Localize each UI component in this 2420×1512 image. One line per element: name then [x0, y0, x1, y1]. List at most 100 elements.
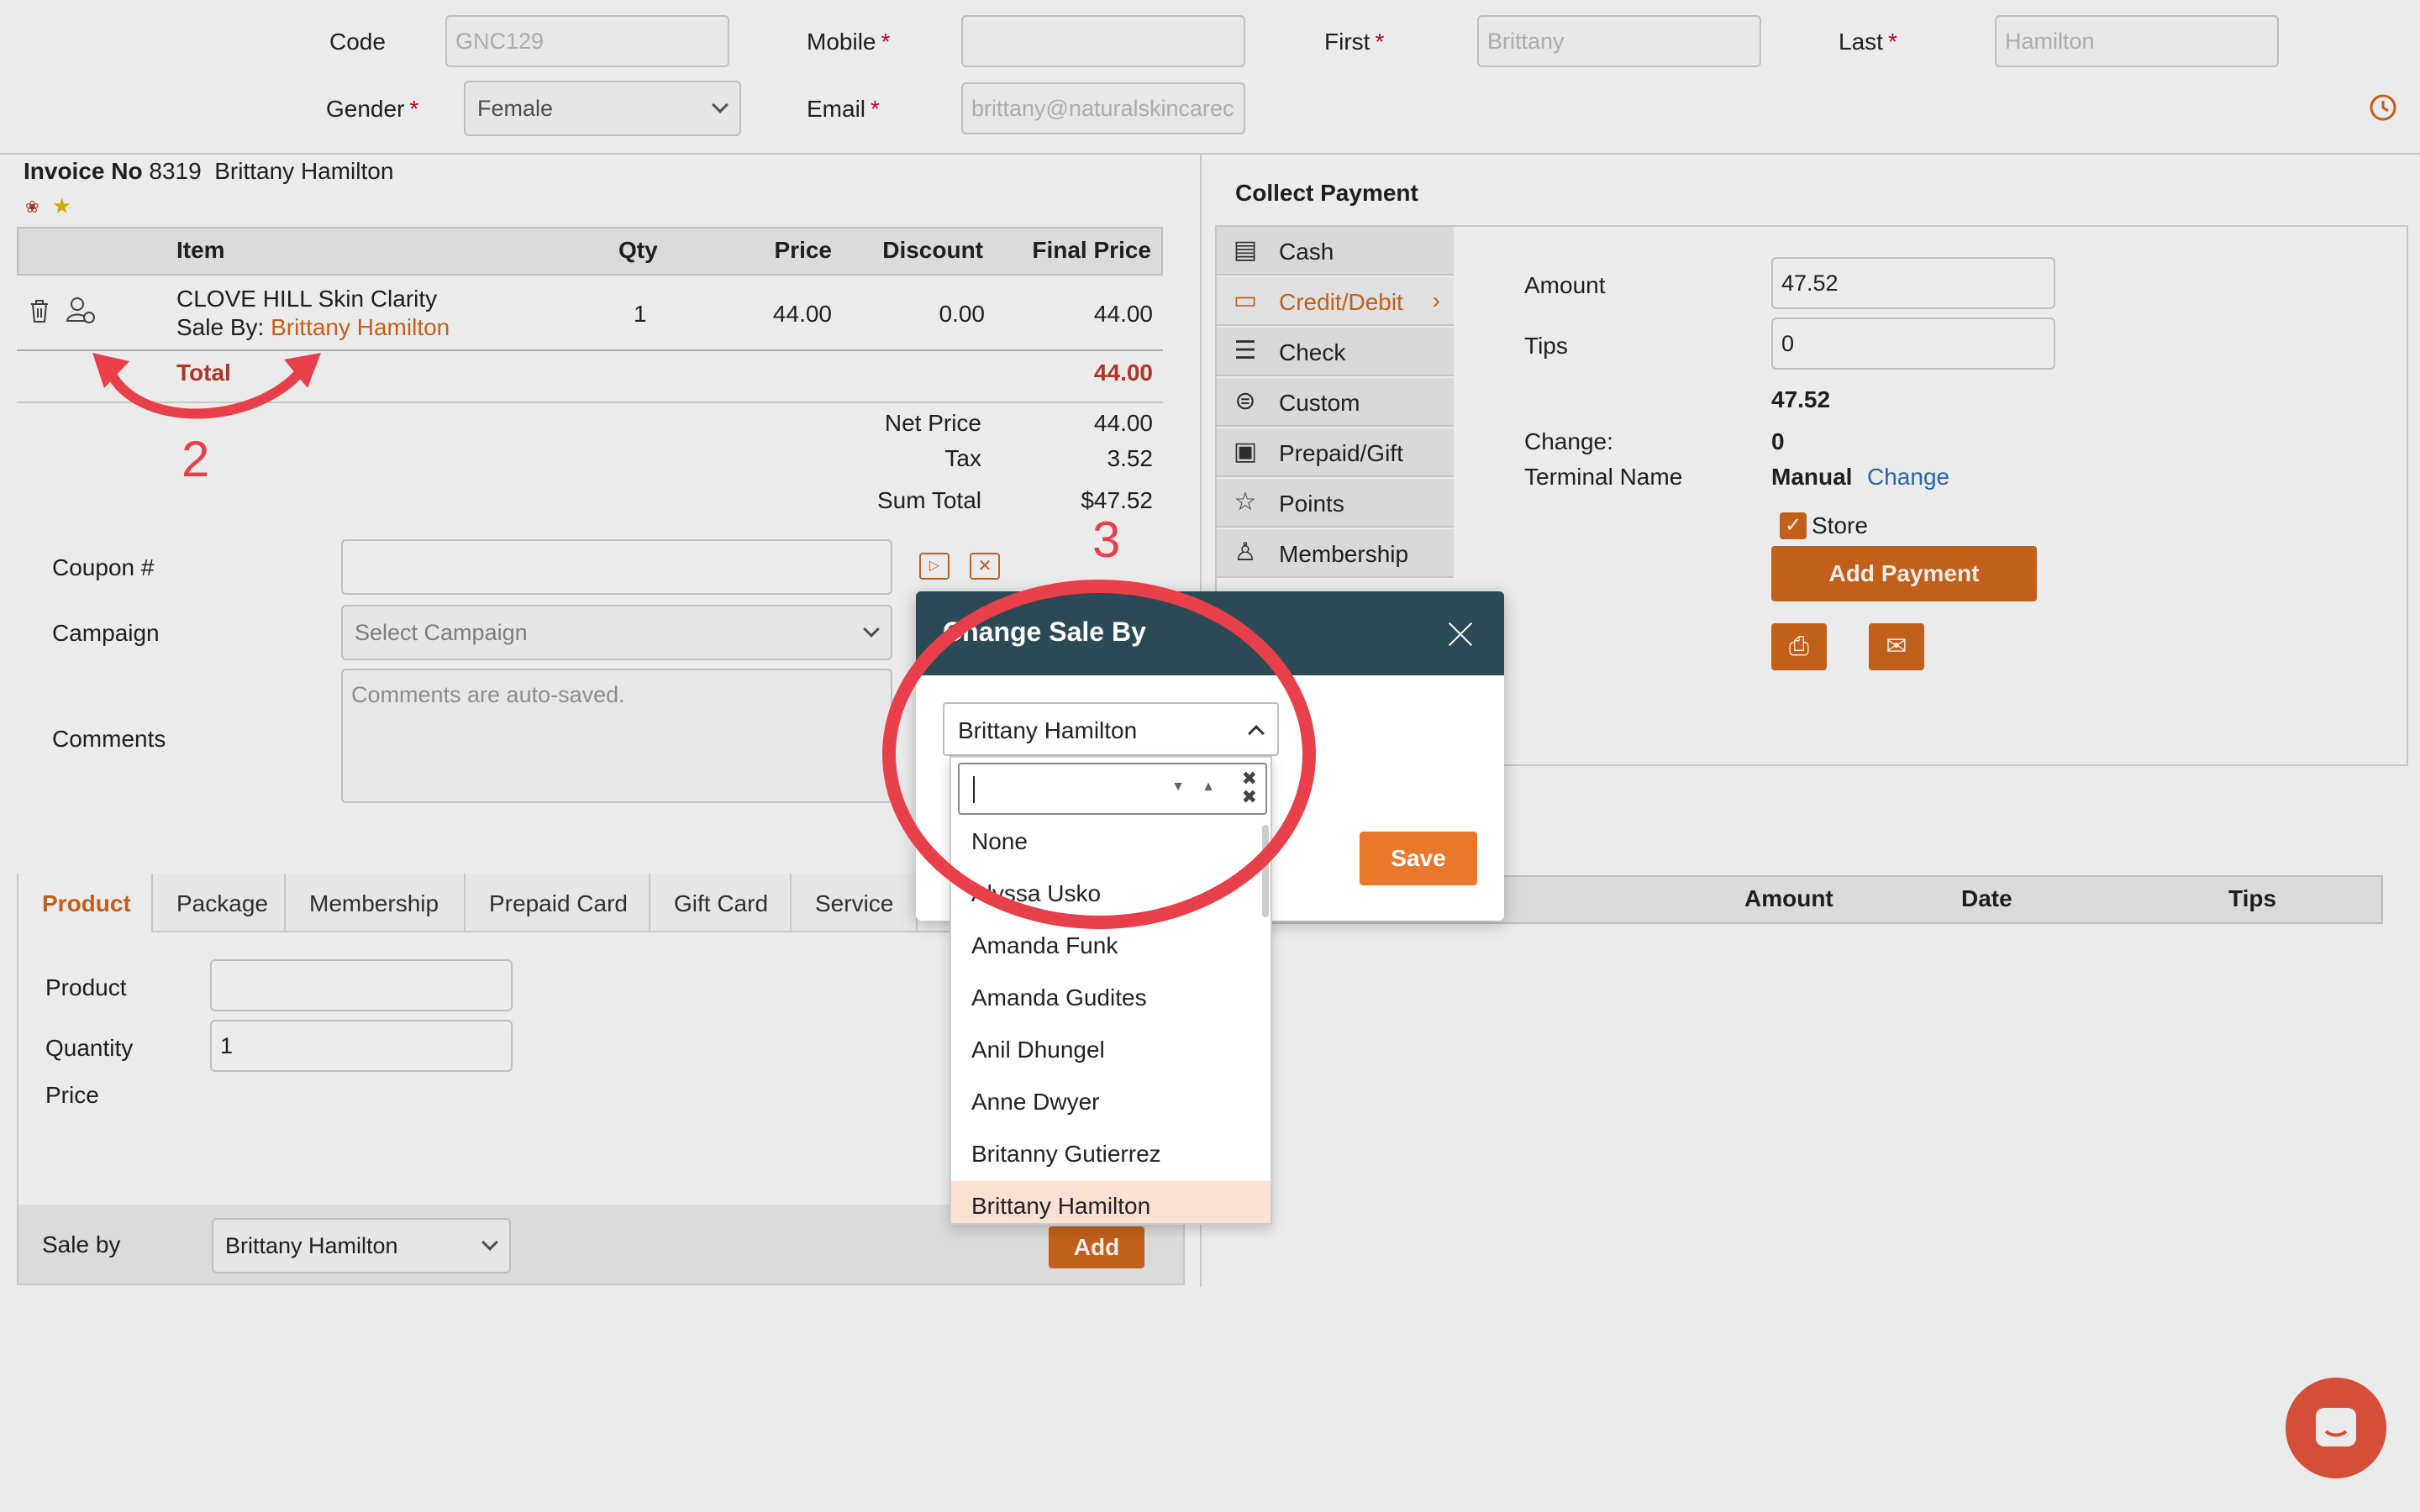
email-label: Email *	[807, 96, 880, 122]
tab-service[interactable]: Service	[792, 874, 918, 932]
collect-payment-title: Collect Payment	[1235, 180, 1418, 206]
save-button[interactable]: Save	[1360, 832, 1477, 885]
change-label: Change:	[1524, 428, 1613, 454]
first-name-label: First *	[1324, 29, 1385, 55]
col-final-price: Final Price	[1032, 237, 1151, 263]
code-field[interactable]: GNC129	[445, 15, 729, 67]
dropdown-options-panel: ▼ ▲ ✖ ✖ None Alyssa Usko Amanda Funk Aman…	[950, 756, 1272, 1225]
modal-header: Change Sale By	[916, 591, 1504, 675]
method-prepaid-gift[interactable]: ▣ Prepaid/Gift	[1217, 428, 1454, 477]
method-membership[interactable]: ♙ Membership	[1217, 529, 1454, 578]
gender-value: Female	[477, 96, 554, 121]
chevron-right-icon: ›	[1432, 287, 1440, 313]
option-amanda-gudites[interactable]: Amanda Gudites	[951, 973, 1270, 1025]
flag-icon: ❀	[25, 198, 39, 217]
membership-icon: ♙	[1234, 538, 1257, 566]
trash-icon[interactable]	[27, 297, 52, 324]
mobile-field[interactable]	[961, 15, 1245, 67]
col-item: Item	[176, 237, 225, 263]
history-icon[interactable]	[2368, 92, 2398, 123]
tax-value: 3.52	[1107, 445, 1154, 471]
apply-coupon-icon[interactable]: ▷	[919, 553, 950, 580]
option-brittany-hamilton[interactable]: Brittany Hamilton	[951, 1181, 1270, 1223]
price-label: Price	[45, 1082, 99, 1108]
terminal-label: Terminal Name	[1524, 464, 1683, 490]
tips-input[interactable]: 0	[1771, 318, 2055, 370]
change-value: 0	[1771, 428, 1785, 454]
close-icon[interactable]	[1447, 620, 1474, 647]
option-anil-dhungel[interactable]: Anil Dhungel	[951, 1025, 1270, 1077]
change-sale-by-icon[interactable]	[66, 296, 97, 326]
clear-coupon-icon[interactable]: ✕	[970, 553, 1000, 580]
col-discount: Discount	[882, 237, 983, 263]
total-divider	[17, 402, 1163, 403]
sale-by-label: Sale by	[42, 1231, 121, 1257]
option-alyssa-usko[interactable]: Alyssa Usko	[951, 869, 1270, 921]
email-receipt-icon[interactable]: ✉	[1869, 623, 1924, 670]
campaign-placeholder: Select Campaign	[355, 620, 528, 645]
terminal-value: Manual	[1771, 464, 1853, 490]
comments-label: Comments	[52, 726, 166, 752]
tab-membership[interactable]: Membership	[286, 874, 466, 932]
sale-by-dropdown[interactable]: Brittany Hamilton	[943, 702, 1279, 756]
option-amanda-funk[interactable]: Amanda Funk	[951, 921, 1270, 973]
item-sale-by: Sale By: Brittany Hamilton	[176, 314, 450, 340]
star-icon: ☆	[1234, 488, 1257, 516]
terminal-change-link[interactable]: Change	[1867, 464, 1949, 491]
coupon-label: Coupon #	[52, 554, 155, 580]
sort-down-icon[interactable]: ▼	[1171, 780, 1185, 795]
tax-label: Tax	[944, 445, 981, 471]
sale-by-link[interactable]: Brittany Hamilton	[271, 314, 450, 340]
clear-search-icon[interactable]: ✖ ✖	[1242, 769, 1257, 806]
add-payment-button[interactable]: Add Payment	[1771, 546, 2037, 601]
amount-input[interactable]: 47.52	[1771, 257, 2055, 309]
dropdown-scrollbar[interactable]	[1262, 825, 1269, 917]
campaign-select[interactable]: Select Campaign	[341, 605, 892, 660]
product-input[interactable]	[210, 959, 513, 1011]
chevron-up-icon	[1248, 725, 1265, 742]
method-points[interactable]: ☆ Points	[1217, 479, 1454, 528]
first-name-field[interactable]: Brittany	[1477, 15, 1761, 67]
tab-package[interactable]: Package	[153, 874, 286, 932]
add-button[interactable]: Add	[1049, 1226, 1144, 1268]
print-icon[interactable]: ⎙	[1771, 623, 1827, 670]
last-name-label: Last *	[1839, 29, 1897, 55]
col-qty: Qty	[618, 237, 658, 263]
col-amount: Amount	[1744, 885, 1833, 911]
prepaid-icon: ▣	[1233, 438, 1258, 465]
gender-select[interactable]: Female	[464, 81, 741, 136]
invoice-heading: Invoice No 8319 Brittany Hamilton	[24, 158, 394, 184]
cash-icon: ▤	[1233, 236, 1258, 264]
sale-by-select-value: Brittany Hamilton	[225, 1233, 398, 1258]
comments-textarea[interactable]: Comments are auto-saved.	[341, 669, 892, 803]
dropdown-search-input[interactable]: ▼ ▲ ✖ ✖	[958, 763, 1267, 815]
quantity-label: Quantity	[45, 1035, 134, 1061]
quantity-input[interactable]: 1	[210, 1020, 513, 1072]
item-name: CLOVE HILL Skin Clarity	[176, 286, 438, 312]
sale-by-select[interactable]: Brittany Hamilton	[212, 1218, 511, 1273]
option-britanny-gutierrez[interactable]: Britanny Gutierrez	[951, 1129, 1270, 1181]
chevron-down-icon	[712, 97, 729, 113]
store-checkbox[interactable]: ✓	[1780, 512, 1807, 539]
method-check[interactable]: ☰ Check	[1217, 328, 1454, 376]
chat-icon	[2316, 1408, 2356, 1446]
sort-up-icon[interactable]: ▲	[1202, 780, 1215, 795]
coupon-input[interactable]	[341, 539, 892, 595]
last-name-field[interactable]: Hamilton	[1995, 15, 2279, 67]
option-none[interactable]: None	[951, 816, 1270, 869]
method-custom[interactable]: ⊜ Custom	[1217, 378, 1454, 427]
payment-total: 47.52	[1771, 386, 1831, 412]
chevron-down-icon	[481, 1234, 498, 1251]
method-credit-debit[interactable]: ▭ Credit/Debit ›	[1217, 277, 1454, 326]
method-cash[interactable]: ▤ Cash	[1217, 227, 1454, 276]
chat-launcher[interactable]	[2286, 1378, 2386, 1478]
amount-label: Amount	[1524, 272, 1606, 298]
email-field[interactable]: brittany@naturalskincarec	[961, 82, 1245, 134]
dropdown-selected-value: Brittany Hamilton	[958, 717, 1138, 743]
campaign-label: Campaign	[52, 620, 160, 646]
tab-product[interactable]: Product	[18, 874, 153, 932]
option-anne-dwyer[interactable]: Anne Dwyer	[951, 1077, 1270, 1129]
chevron-down-icon	[863, 621, 880, 638]
tab-gift-card[interactable]: Gift Card	[650, 874, 792, 932]
tab-prepaid-card[interactable]: Prepaid Card	[466, 874, 650, 932]
